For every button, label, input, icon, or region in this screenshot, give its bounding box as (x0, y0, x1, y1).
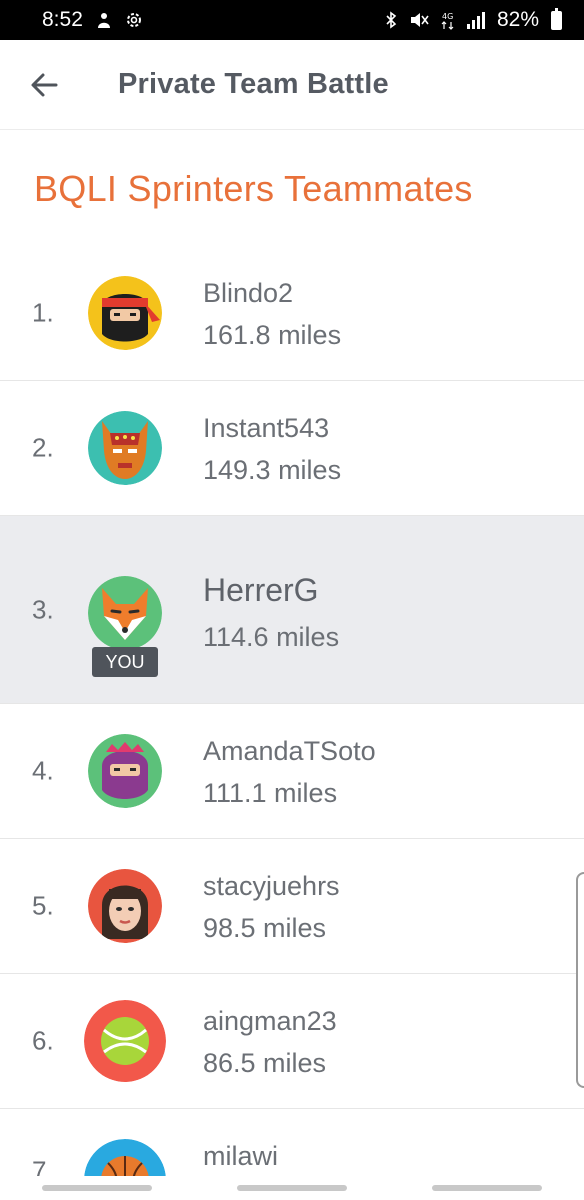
runner-name: stacyjuehrs (203, 871, 340, 901)
you-badge: YOU (92, 647, 158, 677)
runner-name: HerrerG (203, 572, 319, 608)
back-button[interactable] (14, 55, 74, 115)
battery-percent: 82% (496, 8, 539, 31)
leaderboard-row[interactable]: 5. stacyjuehrs 98.5 miles (0, 839, 584, 974)
notification-icon (95, 11, 113, 29)
page-title: Private Team Battle (118, 68, 389, 100)
team-name-heading: BQLI Sprinters Teammates (34, 168, 473, 209)
battery-icon (551, 7, 562, 30)
runner-name: AmandaTSoto (203, 736, 376, 766)
ninja-red-bandana-avatar-icon (88, 276, 162, 350)
leaderboard-list: 1. Blindo2 161.8 miles 2. Instant543 149… (0, 246, 584, 1200)
fox-avatar-icon (88, 576, 162, 650)
signal-strength-icon (466, 11, 485, 29)
rank-number: 4. (32, 755, 54, 786)
recent-apps-button[interactable] (42, 1185, 153, 1191)
leaderboard-row-current-user[interactable]: 3. YOU HerrerG 114.6 miles (0, 516, 584, 704)
rank-number: 3. (32, 594, 54, 624)
leaderboard-row[interactable]: 1. Blindo2 161.8 miles (0, 246, 584, 381)
rank-number: 5. (32, 890, 54, 921)
svg-text:4G: 4G (442, 12, 453, 21)
runner-distance: 114.6 miles (203, 622, 340, 652)
rank-number: 1. (32, 297, 54, 328)
home-button[interactable] (236, 1185, 347, 1191)
leaderboard-row[interactable]: 4. AmandaTSoto 111.1 miles (0, 704, 584, 839)
tennis-ball-avatar-icon (84, 1000, 166, 1082)
status-bar: 8:52 4G 82% (0, 0, 584, 40)
runner-distance: 86.5 miles (203, 1048, 327, 1078)
bluetooth-icon (385, 11, 397, 29)
status-right: 4G 82% (385, 7, 562, 32)
rank-number: 2. (32, 432, 54, 463)
runner-name: milawi (203, 1141, 279, 1171)
rank-number: 6. (32, 1025, 54, 1056)
mute-icon (409, 11, 429, 29)
navigation-bar (0, 1176, 584, 1200)
app-screen: 8:52 4G 82% Private Team Battle BQLI Spr… (0, 0, 584, 1200)
runner-name: aingman23 (203, 1006, 337, 1036)
settings-gear-icon (125, 11, 143, 29)
runner-distance: 111.1 miles (203, 778, 338, 808)
pink-ninja-avatar-icon (88, 734, 162, 808)
status-time: 8:52 (42, 8, 83, 31)
leaderboard-row[interactable]: 2. Instant543 149.3 miles (0, 381, 584, 516)
runner-distance: 161.8 miles (203, 320, 342, 350)
leaderboard-row[interactable]: 6. aingman23 86.5 miles (0, 974, 584, 1109)
back-arrow-icon (31, 73, 58, 96)
edge-panel-handle[interactable] (576, 872, 584, 1088)
woman-portrait-avatar-icon (88, 869, 162, 943)
runner-distance: 149.3 miles (203, 455, 342, 485)
runner-name: Instant543 (203, 413, 330, 443)
runner-name: Blindo2 (203, 278, 294, 308)
status-left: 8:52 (42, 8, 143, 32)
back-nav-button[interactable] (431, 1185, 542, 1191)
luchador-mask-avatar-icon (88, 411, 162, 485)
app-header: Private Team Battle (0, 40, 584, 130)
runner-distance: 98.5 miles (203, 913, 327, 943)
data-4g-icon: 4G (441, 10, 455, 30)
